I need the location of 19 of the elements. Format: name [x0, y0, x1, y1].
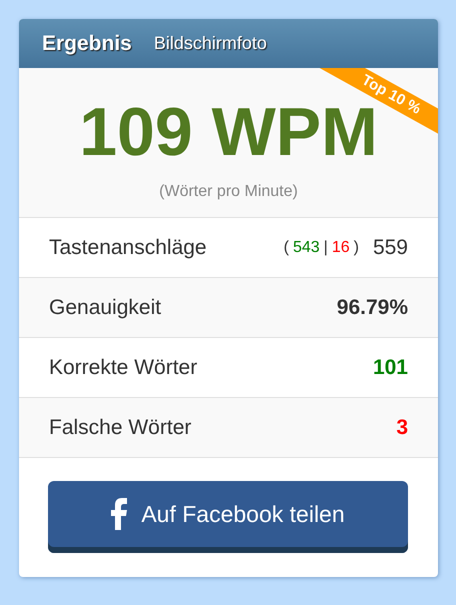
stat-label: Korrekte Wörter [49, 356, 198, 380]
tab[interactable]: Bildschirmfoto [154, 33, 267, 54]
stat-value: 96.79% [336, 296, 408, 320]
stat-label: Genauigkeit [49, 296, 162, 320]
wrong-keystrokes: 16 [332, 238, 350, 256]
facebook-icon [111, 498, 128, 530]
wpm-score: 109 WPM [79, 98, 378, 166]
share-button[interactable]: Auf Facebook teilen [48, 481, 408, 553]
score-caption: (Wörter pro Minute) [159, 183, 298, 201]
stat-label: Falsche Wörter [49, 416, 192, 440]
stat-label: Tastenanschläge [49, 236, 208, 260]
stat-value: 3 [396, 416, 408, 440]
tab[interactable]: Ergebnis [42, 32, 132, 56]
stat-value: 101 [372, 356, 408, 380]
parenthesis: ) [354, 238, 359, 256]
correct-keystrokes: 543 [292, 238, 320, 256]
separator: | [324, 238, 328, 256]
parenthesis: ( [284, 238, 289, 256]
stat-value: 559 [372, 236, 408, 260]
